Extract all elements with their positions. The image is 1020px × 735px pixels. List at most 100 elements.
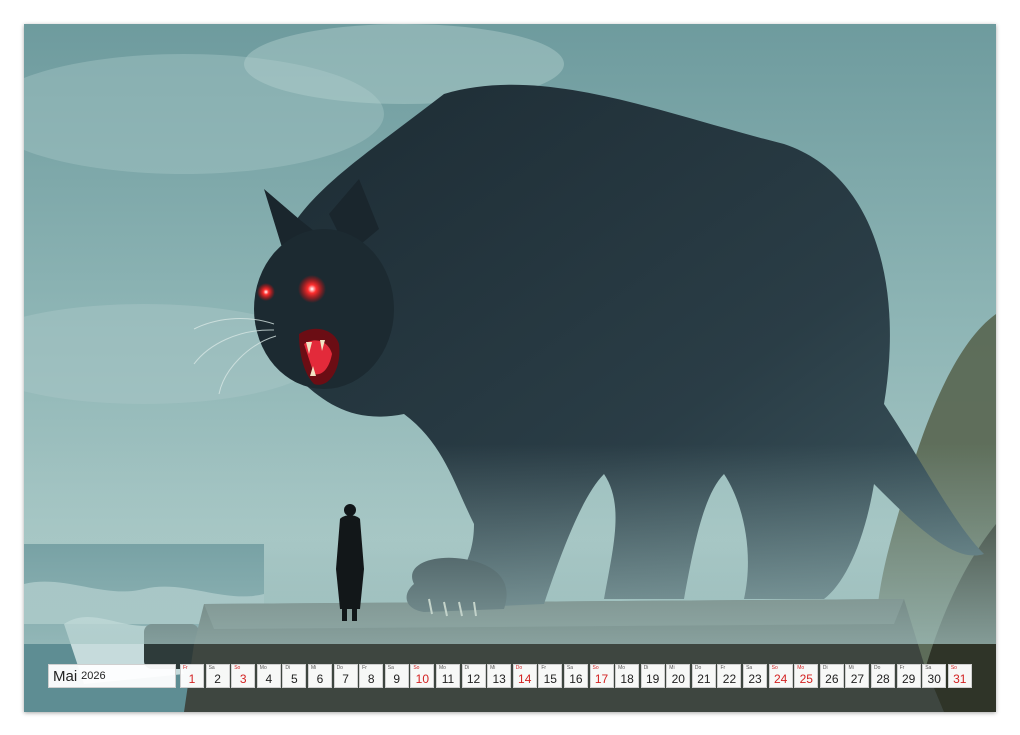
day-cell: Fr15 (538, 664, 562, 688)
weekday-label: Mi (490, 666, 495, 671)
day-cell: Fr22 (717, 664, 741, 688)
day-cell: Mi13 (487, 664, 511, 688)
day-number: 19 (642, 672, 664, 686)
weekday-label: Sa (746, 666, 752, 671)
day-cell: Sa2 (206, 664, 230, 688)
day-cell: Sa30 (922, 664, 946, 688)
day-cell: Mo25 (794, 664, 818, 688)
day-number: 21 (693, 672, 715, 686)
day-number: 8 (360, 672, 382, 686)
weekday-label: So (593, 666, 599, 671)
day-cell: Mo11 (436, 664, 460, 688)
weekday-label: Mo (260, 666, 267, 671)
day-cell: So31 (948, 664, 972, 688)
day-cells: Fr1Sa2So3Mo4Di5Mi6Do7Fr8Sa9So10Mo11Di12M… (180, 664, 973, 688)
giant-black-cat-illustration-icon (24, 24, 996, 712)
day-cell: Fr8 (359, 664, 383, 688)
day-number: 26 (821, 672, 843, 686)
weekday-label: Fr (720, 666, 725, 671)
day-number: 10 (411, 672, 433, 686)
weekday-label: Mo (439, 666, 446, 671)
day-cell: Di26 (820, 664, 844, 688)
weekday-label: Sa (567, 666, 573, 671)
weekday-label: Di (465, 666, 470, 671)
day-cell: Mi27 (845, 664, 869, 688)
weekday-label: Di (285, 666, 290, 671)
weekday-label: Do (695, 666, 701, 671)
day-cell: So3 (231, 664, 255, 688)
day-number: 2 (207, 672, 229, 686)
weekday-label: Di (823, 666, 828, 671)
weekday-label: Sa (388, 666, 394, 671)
day-number: 18 (616, 672, 638, 686)
day-number: 31 (949, 672, 971, 686)
weekday-label: So (951, 666, 957, 671)
day-cell: So24 (769, 664, 793, 688)
artwork (24, 24, 996, 712)
day-number: 14 (514, 672, 536, 686)
day-number: 25 (795, 672, 817, 686)
day-cell: Do7 (334, 664, 358, 688)
day-number: 27 (846, 672, 868, 686)
day-cell: Di5 (282, 664, 306, 688)
day-cell: Do21 (692, 664, 716, 688)
day-number: 29 (898, 672, 920, 686)
day-number: 7 (335, 672, 357, 686)
day-cell: Mo4 (257, 664, 281, 688)
day-cell: Mi6 (308, 664, 332, 688)
day-number: 4 (258, 672, 280, 686)
weekday-label: Fr (183, 666, 188, 671)
weekday-label: So (234, 666, 240, 671)
day-number: 15 (539, 672, 561, 686)
day-number: 13 (488, 672, 510, 686)
weekday-label: Mi (669, 666, 674, 671)
day-number: 23 (744, 672, 766, 686)
day-cell: Do28 (871, 664, 895, 688)
weekday-label: Do (516, 666, 522, 671)
day-number: 16 (565, 672, 587, 686)
day-cell: Sa9 (385, 664, 409, 688)
day-cell: So10 (410, 664, 434, 688)
day-cell: Di19 (641, 664, 665, 688)
weekday-label: Mo (797, 666, 804, 671)
weekday-label: Do (337, 666, 343, 671)
weekday-label: So (772, 666, 778, 671)
day-cell: Mi20 (666, 664, 690, 688)
calendar-strip: Mai 2026 Fr1Sa2So3Mo4Di5Mi6Do7Fr8Sa9So10… (48, 664, 973, 688)
weekday-label: Fr (900, 666, 905, 671)
month-label: Mai 2026 (48, 664, 176, 688)
weekday-label: Do (874, 666, 880, 671)
day-cell: Sa16 (564, 664, 588, 688)
day-number: 5 (283, 672, 305, 686)
day-number: 30 (923, 672, 945, 686)
weekday-label: Sa (925, 666, 931, 671)
weekday-label: Mo (618, 666, 625, 671)
weekday-label: Mi (848, 666, 853, 671)
day-number: 6 (309, 672, 331, 686)
weekday-label: Di (644, 666, 649, 671)
weekday-label: Fr (541, 666, 546, 671)
day-number: 1 (181, 672, 203, 686)
weekday-label: Fr (362, 666, 367, 671)
month-name: Mai (53, 668, 77, 685)
day-number: 12 (463, 672, 485, 686)
day-number: 24 (770, 672, 792, 686)
day-cell: Fr1 (180, 664, 204, 688)
month-year: 2026 (81, 670, 105, 682)
weekday-label: So (413, 666, 419, 671)
day-number: 22 (718, 672, 740, 686)
day-cell: Mo18 (615, 664, 639, 688)
day-cell: Fr29 (897, 664, 921, 688)
day-cell: Sa23 (743, 664, 767, 688)
day-number: 20 (667, 672, 689, 686)
day-number: 11 (437, 672, 459, 686)
day-number: 3 (232, 672, 254, 686)
day-number: 28 (872, 672, 894, 686)
day-cell: Do14 (513, 664, 537, 688)
weekday-label: Mi (311, 666, 316, 671)
day-number: 9 (386, 672, 408, 686)
day-cell: Di12 (462, 664, 486, 688)
day-number: 17 (591, 672, 613, 686)
weekday-label: Sa (209, 666, 215, 671)
day-cell: So17 (590, 664, 614, 688)
